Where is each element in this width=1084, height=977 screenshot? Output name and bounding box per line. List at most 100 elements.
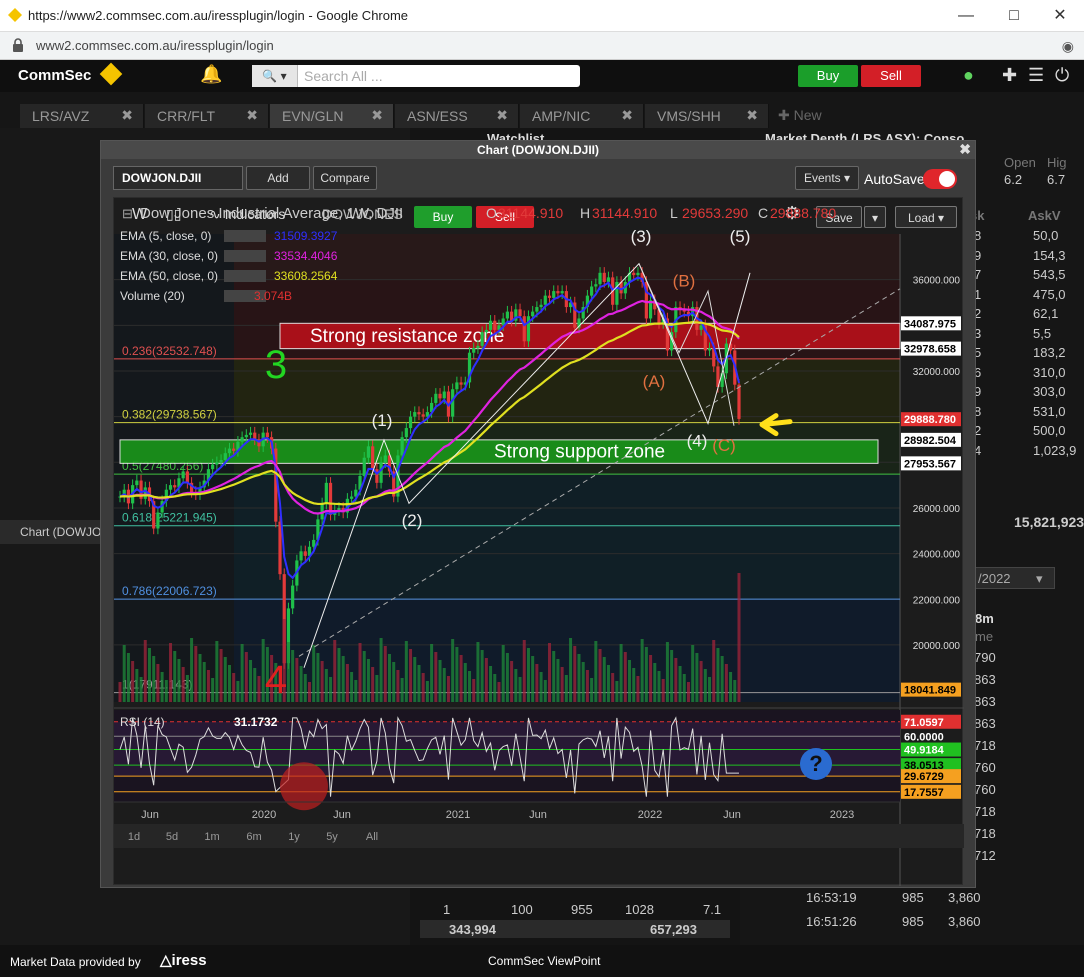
close-chart-icon[interactable]: ✖: [959, 141, 971, 158]
candle-body: [737, 384, 741, 419]
buy-button[interactable]: Buy: [798, 65, 858, 87]
tab-vms-shh[interactable]: VMS/SHH ✖: [645, 104, 769, 128]
trade-vol: 985: [902, 890, 924, 905]
chart-frame: W ▯▯ ∿ Indicators DOWJONES Buy Sell ⚙ Sa…: [113, 197, 964, 886]
volume-bar: [451, 639, 455, 702]
bell-icon[interactable]: 🔔: [200, 64, 222, 85]
volume-bar: [548, 643, 552, 702]
candle-body: [211, 464, 215, 470]
close-tab-icon[interactable]: ✖: [121, 107, 133, 124]
depth-ask: 154,3: [1033, 247, 1066, 263]
indicator-value: 33608.2564: [274, 269, 338, 283]
chevron-down-icon[interactable]: ▾: [1036, 571, 1043, 587]
volume-bar: [674, 658, 678, 702]
volume-bar: [737, 573, 741, 702]
candle-body: [484, 329, 488, 333]
candle-body: [518, 309, 522, 317]
candle-body: [442, 391, 446, 399]
range-button-1y[interactable]: 1y: [288, 831, 300, 843]
volume-bar: [665, 642, 669, 702]
candle-body: [324, 482, 328, 504]
volume-bar: [434, 652, 438, 702]
depth-ask: 303,0: [1033, 384, 1066, 399]
volume-bar: [472, 679, 476, 702]
fib-label: 0.236(32532.748): [122, 344, 217, 358]
search-icon[interactable]: 🔍 ▾: [252, 65, 298, 87]
volume-bar: [126, 653, 130, 702]
sell-button[interactable]: Sell: [861, 65, 921, 87]
volume-bar: [345, 664, 349, 702]
eye-icon[interactable]: ◉: [1062, 38, 1074, 55]
autosave-toggle[interactable]: [923, 169, 957, 189]
volume-bar: [611, 673, 615, 702]
volume-bar: [211, 678, 215, 702]
range-button-1d[interactable]: 1d: [128, 831, 140, 843]
volume-bar: [329, 677, 333, 702]
url-text[interactable]: www2.commsec.com.au/iressplugin/login: [36, 38, 274, 53]
search-input[interactable]: Search All ...: [304, 68, 383, 84]
close-tab-icon[interactable]: ✖: [371, 107, 383, 124]
price-label: 34087.975: [904, 318, 956, 330]
range-button-5d[interactable]: 5d: [166, 831, 178, 843]
volume-bar: [686, 682, 690, 702]
tab-amp-nic[interactable]: AMP/NIC ✖: [520, 104, 644, 128]
candle-body: [505, 311, 510, 319]
chart-plot[interactable]: 20000.00022000.00024000.00026000.0002800…: [114, 198, 964, 886]
trade-price: 863: [974, 694, 996, 709]
candle-body: [421, 414, 425, 417]
volume-bar: [160, 672, 164, 702]
add-button[interactable]: Add: [246, 166, 310, 190]
date-select-value: /2022: [978, 571, 1011, 586]
depth-ask: 50,0: [1033, 228, 1059, 243]
tab-asn-ess[interactable]: ASN/ESS ✖: [395, 104, 519, 128]
range-button-1m[interactable]: 1m: [204, 831, 219, 843]
candle-body: [493, 320, 497, 330]
symbol-input[interactable]: DOWJON.DJII: [113, 166, 243, 190]
close-tab-icon[interactable]: ✖: [746, 107, 758, 124]
maximize-icon[interactable]: □: [996, 4, 1032, 28]
volume-bar: [396, 670, 400, 702]
summary-cell: 100: [511, 902, 533, 917]
add-icon[interactable]: ✚: [1002, 65, 1017, 86]
candle-body: [248, 432, 253, 435]
tab-crr-flt[interactable]: CRR/FLT ✖: [145, 104, 269, 128]
close-tab-icon[interactable]: ✖: [246, 107, 258, 124]
trade-price: 718: [974, 804, 996, 819]
rsi-value: 31.1732: [234, 715, 278, 729]
summary-total-1: 343,994: [449, 922, 496, 937]
address-bar[interactable]: www2.commsec.com.au/iressplugin/login ◉: [0, 32, 1084, 60]
volume-bar: [152, 656, 156, 702]
menu-icon[interactable]: ☰: [1028, 65, 1044, 86]
volume-bar: [514, 669, 518, 702]
y-tick-label: 22000.000: [913, 595, 961, 606]
browser-title: https://www2.commsec.com.au/iressplugin/…: [28, 8, 409, 23]
search-box[interactable]: 🔍 ▾ Search All ...: [252, 65, 580, 87]
volume-bar: [333, 640, 337, 702]
lightbulb-icon[interactable]: ●: [963, 65, 974, 86]
new-tab-button[interactable]: ✚ New: [778, 107, 822, 124]
range-button-All[interactable]: All: [366, 831, 378, 843]
volume-bar: [219, 649, 223, 702]
lock-icon: [13, 38, 23, 52]
events-button[interactable]: Events ▾: [795, 166, 859, 190]
minimize-icon[interactable]: —: [948, 4, 984, 28]
depth-ask: 183,2: [1033, 345, 1066, 360]
close-window-icon[interactable]: ✕: [1042, 4, 1078, 28]
range-button-5y[interactable]: 5y: [326, 831, 338, 843]
power-icon[interactable]: ⏻: [1055, 65, 1069, 86]
close-tab-icon[interactable]: ✖: [621, 107, 633, 124]
close-tab-icon[interactable]: ✖: [496, 107, 508, 124]
candle-body: [434, 393, 438, 403]
range-button-6m[interactable]: 6m: [246, 831, 261, 843]
volume-bar: [307, 682, 311, 702]
rsi-level-label: 49.9184: [904, 745, 945, 757]
volume-bar: [729, 672, 733, 702]
volume-bar: [164, 680, 168, 702]
tab-lrs-avz[interactable]: LRS/AVZ ✖: [20, 104, 144, 128]
tab-evn-gln[interactable]: EVN/GLN ✖: [270, 104, 394, 128]
iress-logo: △iress: [160, 952, 207, 969]
fib-label: 0.618(25221.945): [122, 511, 217, 525]
compare-button[interactable]: Compare: [313, 166, 377, 190]
candle-body: [531, 311, 535, 317]
depth-ask: 531,0: [1033, 403, 1066, 419]
